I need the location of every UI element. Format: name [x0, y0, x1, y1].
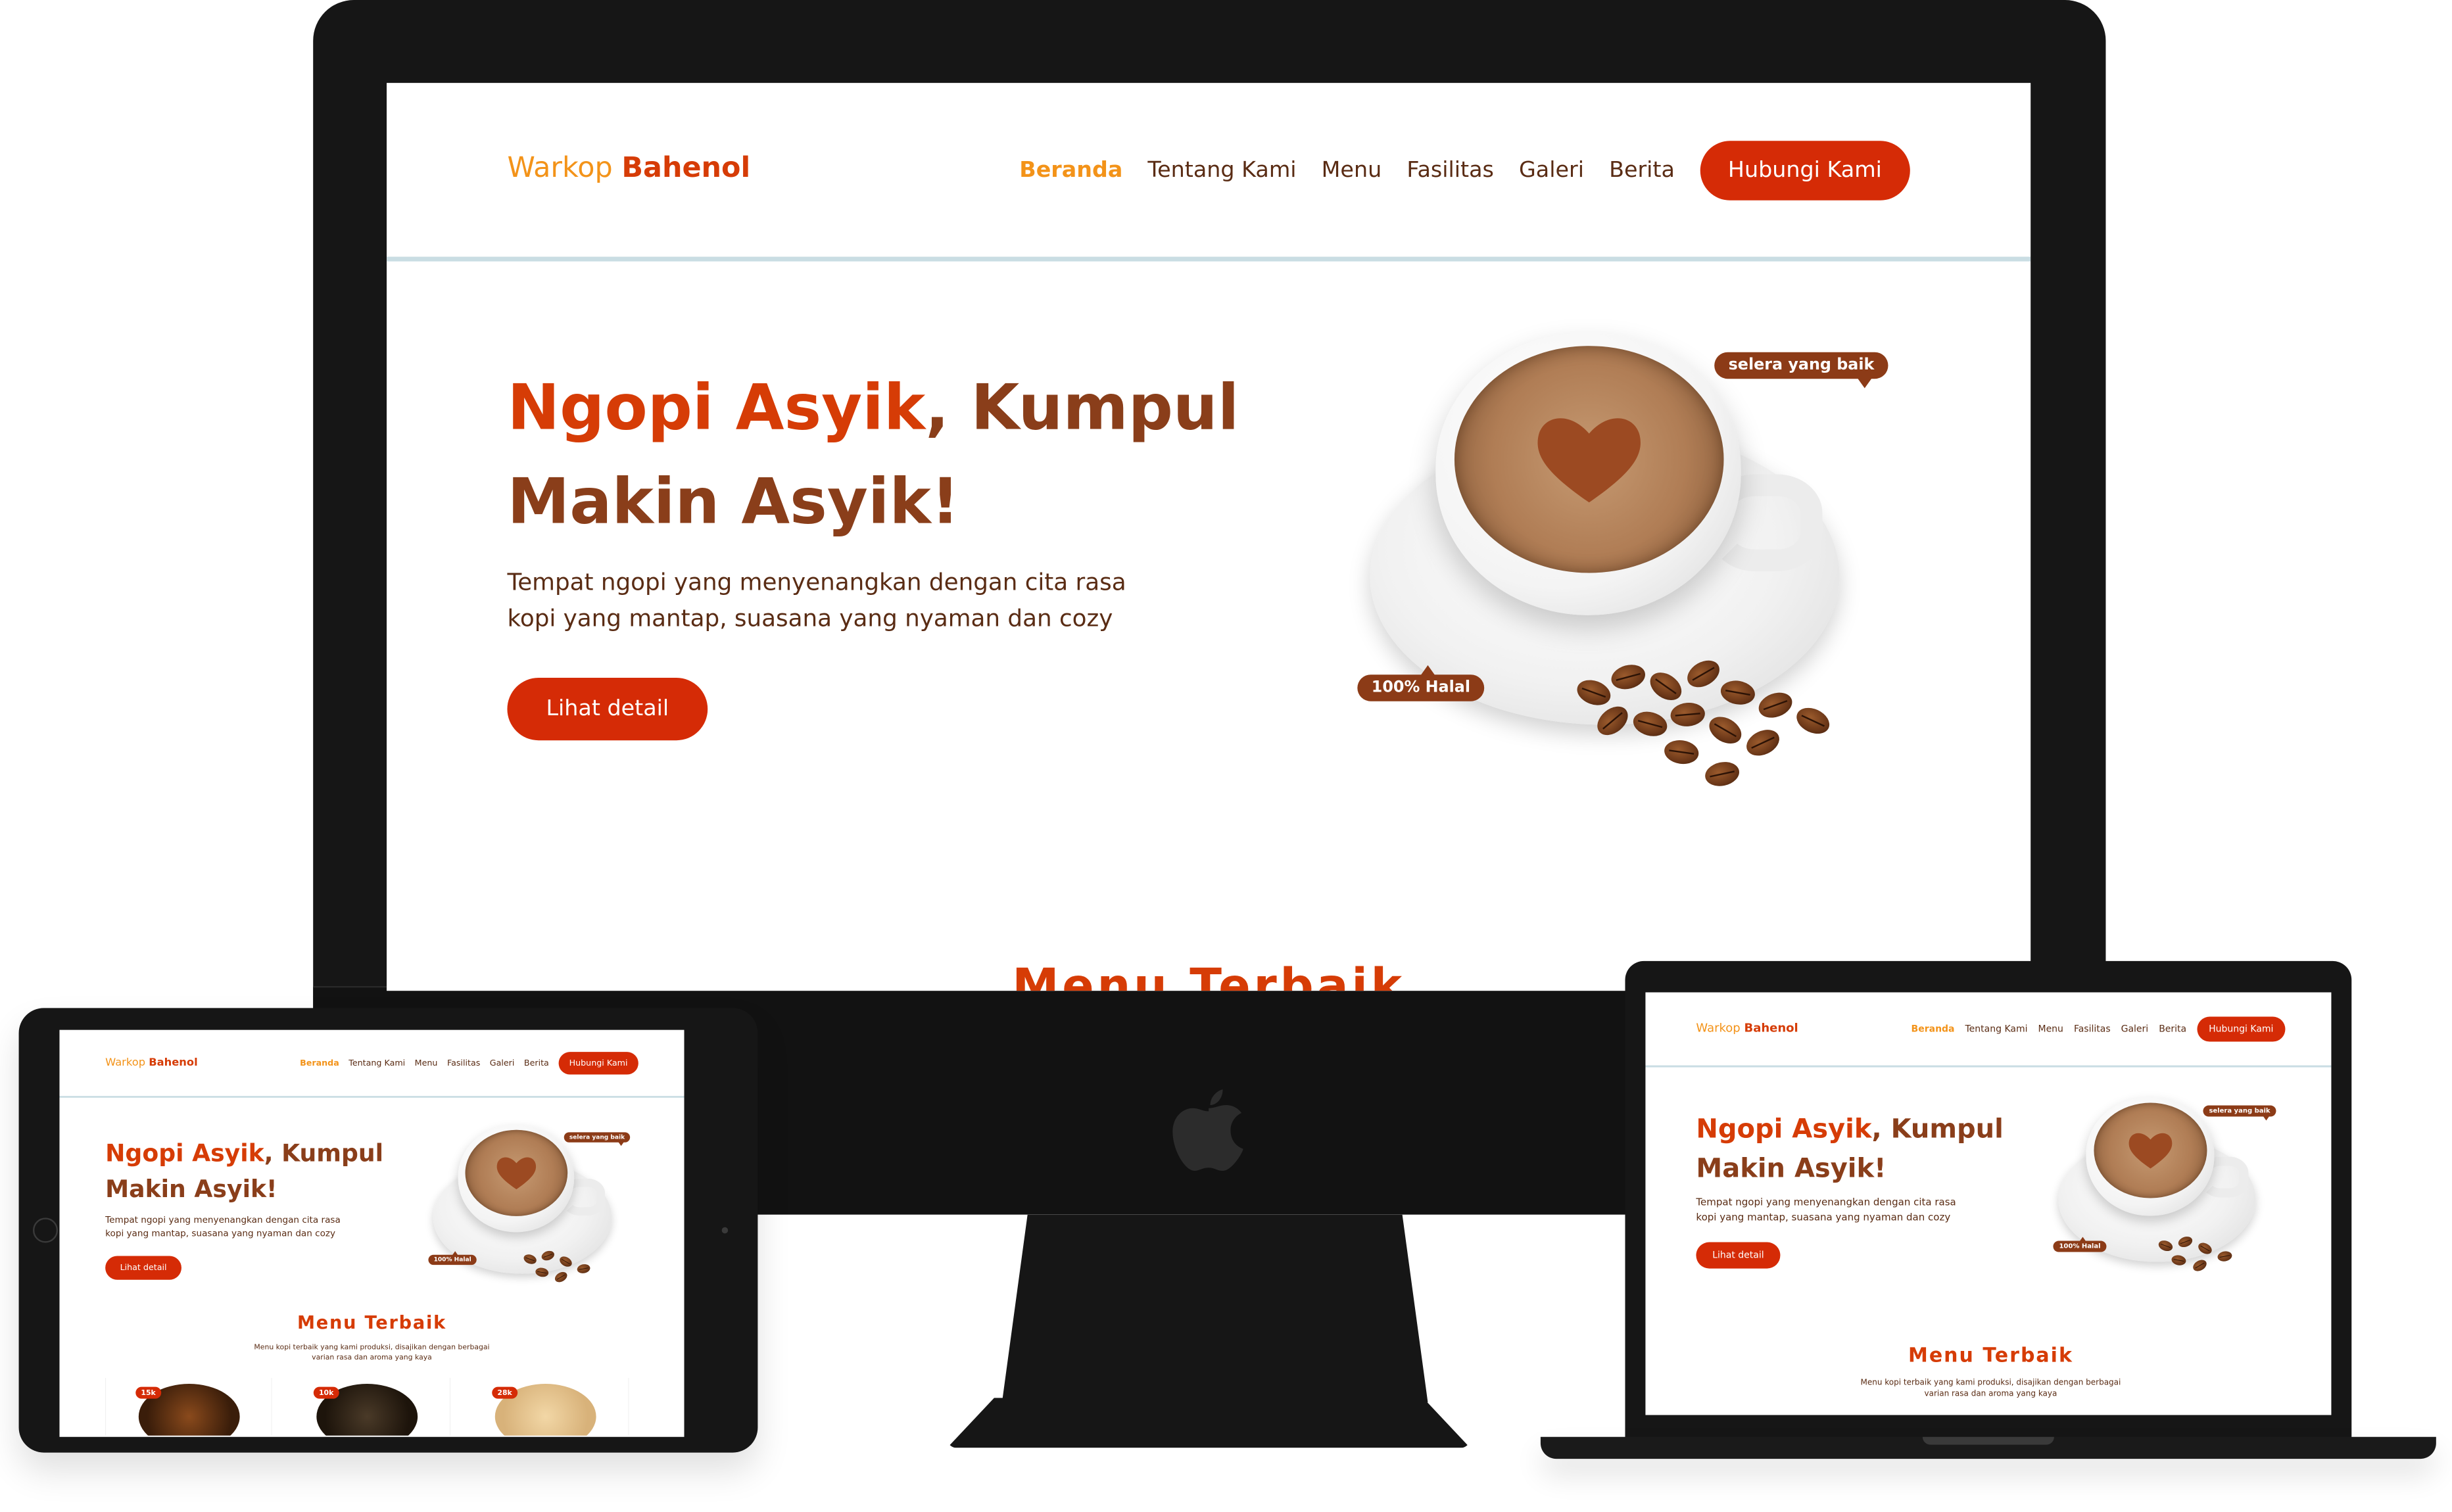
hero-title: Ngopi Asyik, Kumpul Makin Asyik!: [507, 362, 1321, 550]
ipad-screen: Warkop Bahenol Beranda Tentang Kami Menu…: [59, 1029, 685, 1437]
nav-item-menu[interactable]: Menu: [415, 1058, 438, 1068]
menu-section-title: Menu Terbaik: [297, 1312, 447, 1334]
nav-item-tentang-kami[interactable]: Tentang Kami: [1147, 158, 1296, 183]
coffee-cup-image: selera yang baik 100% Halal: [1357, 318, 1921, 803]
hero-title-line2: Makin Asyik!: [105, 1175, 277, 1203]
coffee-cup-image: selera yang baik 100% Halal: [428, 1119, 642, 1303]
hero-title-highlight: Ngopi Asyik: [105, 1140, 264, 1168]
detail-button[interactable]: Lihat detail: [1696, 1242, 1781, 1269]
brand-logo[interactable]: Warkop Bahenol: [1696, 1022, 1798, 1035]
nav-item-berita[interactable]: Berita: [2159, 1024, 2186, 1035]
website-desktop: Warkop Bahenol Beranda Tentang Kami Menu…: [387, 83, 2031, 991]
hero-description: Tempat ngopi yang menyenangkan dengan ci…: [507, 568, 1126, 632]
nav-item-menu[interactable]: Menu: [2038, 1024, 2063, 1035]
coffee-cup-image: selera yang baik 100% Halal: [2053, 1091, 2290, 1295]
menu-section-subtitle: Menu kopi terbaik yang kami produksi, di…: [1860, 1377, 2121, 1398]
coffee-bean: [1702, 759, 1742, 790]
nav-item-berita[interactable]: Berita: [524, 1058, 549, 1068]
coffee-bean: [1792, 703, 1834, 739]
coffee-bean: [1704, 711, 1746, 749]
menu-card[interactable]: 15k: [105, 1377, 272, 1436]
menu-section-title: Menu Terbaik: [1908, 1344, 2073, 1367]
website-tablet: Warkop Bahenol Beranda Tentang Kami Menu…: [59, 1029, 685, 1436]
nav-menu: Beranda Tentang Kami Menu Fasilitas Gale…: [1019, 141, 1910, 201]
nav-item-beranda[interactable]: Beranda: [1019, 158, 1122, 183]
heart-icon: [2127, 1131, 2174, 1170]
badge-selera: selera yang baik: [564, 1132, 631, 1146]
ipad-camera: [721, 1227, 729, 1234]
brand-part1: Warkop: [1696, 1021, 1741, 1035]
coffee-bean: [576, 1263, 591, 1275]
nav-item-beranda[interactable]: Beranda: [300, 1058, 339, 1068]
badge-selera: selera yang baik: [2203, 1105, 2276, 1121]
ipad-home-button: [33, 1217, 59, 1243]
nav-item-fasilitas[interactable]: Fasilitas: [1406, 158, 1494, 183]
nav-item-galeri[interactable]: Galeri: [1519, 158, 1584, 183]
hero-title-highlight: Ngopi Asyik: [1696, 1114, 1872, 1145]
brand-part2: Bahenol: [621, 151, 751, 185]
nav-menu: Beranda Tentang Kami Menu Fasilitas Gale…: [1911, 1016, 2286, 1042]
laptop-notch: [1922, 1436, 2054, 1445]
badge-halal: 100% Halal: [1357, 665, 1485, 701]
laptop-screen: Warkop Bahenol Beranda Tentang Kami Menu…: [1645, 992, 2332, 1415]
imac-stand: [1001, 1214, 1428, 1403]
imac-screen: Warkop Bahenol Beranda Tentang Kami Menu…: [387, 83, 2031, 991]
hero-description: Tempat ngopi yang menyenangkan dengan ci…: [105, 1214, 341, 1239]
brand-logo[interactable]: Warkop Bahenol: [507, 152, 750, 185]
menu-card[interactable]: 10k: [284, 1377, 450, 1436]
badge-halal: 100% Halal: [2053, 1237, 2107, 1252]
hero-title: Ngopi Asyik, Kumpul Makin Asyik!: [1696, 1110, 2038, 1189]
imac-stand-base: [947, 1398, 1470, 1448]
brand-part2: Bahenol: [1744, 1021, 1798, 1035]
badge-selera: selera yang baik: [1714, 352, 1888, 389]
coffee-bean: [553, 1269, 569, 1285]
hero-description: Tempat ngopi yang menyenangkan dengan ci…: [1696, 1196, 1956, 1223]
hero-title-line2: Makin Asyik!: [1696, 1153, 1887, 1184]
detail-button[interactable]: Lihat detail: [507, 677, 708, 741]
price-badge: 15k: [135, 1386, 161, 1399]
badge-halal: 100% Halal: [428, 1251, 477, 1265]
hero-title-rest: , Kumpul: [925, 372, 1239, 445]
price-badge: 28k: [492, 1386, 517, 1399]
contact-button[interactable]: Hubungi Kami: [558, 1052, 638, 1075]
coffee-bean: [1742, 724, 1784, 761]
nav-item-berita[interactable]: Berita: [1609, 158, 1675, 183]
coffee-bean: [2217, 1250, 2233, 1263]
nav-item-beranda[interactable]: Beranda: [1911, 1024, 1955, 1035]
detail-button[interactable]: Lihat detail: [105, 1256, 181, 1280]
nav-item-fasilitas[interactable]: Fasilitas: [2074, 1024, 2111, 1035]
nav-menu: Beranda Tentang Kami Menu Fasilitas Gale…: [300, 1052, 638, 1075]
navbar: Warkop Bahenol Beranda Tentang Kami Menu…: [1645, 993, 2332, 1068]
brand-logo[interactable]: Warkop Bahenol: [105, 1056, 198, 1069]
navbar: Warkop Bahenol Beranda Tentang Kami Menu…: [59, 1030, 685, 1098]
website-laptop: Warkop Bahenol Beranda Tentang Kami Menu…: [1645, 992, 2332, 1415]
hero-title: Ngopi Asyik, Kumpul Makin Asyik!: [105, 1136, 414, 1208]
navbar: Warkop Bahenol Beranda Tentang Kami Menu…: [387, 83, 2031, 262]
coffee-bean: [2191, 1258, 2209, 1274]
hero-title-rest: , Kumpul: [264, 1140, 384, 1168]
hero-title-rest: , Kumpul: [1871, 1114, 2004, 1145]
heart-icon: [495, 1155, 538, 1191]
brand-part2: Bahenol: [149, 1056, 198, 1069]
nav-item-tentang-kami[interactable]: Tentang Kami: [349, 1058, 405, 1068]
nav-item-fasilitas[interactable]: Fasilitas: [447, 1058, 480, 1068]
contact-button[interactable]: Hubungi Kami: [1700, 141, 1910, 201]
coffee-bean: [1755, 688, 1796, 722]
hero-title-line2: Makin Asyik!: [507, 466, 960, 539]
price-badge: 10k: [313, 1386, 339, 1399]
brand-part1: Warkop: [105, 1056, 146, 1069]
menu-card[interactable]: 28k: [462, 1377, 629, 1436]
menu-cards: 15k 10k 28k: [105, 1377, 638, 1436]
nav-item-galeri[interactable]: Galeri: [490, 1058, 515, 1068]
menu-section-subtitle: Menu kopi terbaik yang kami produksi, di…: [254, 1342, 490, 1361]
apple-logo-icon: [1171, 1086, 1246, 1173]
heart-icon: [1533, 412, 1645, 506]
brand-part1: Warkop: [507, 151, 613, 185]
nav-item-tentang-kami[interactable]: Tentang Kami: [1965, 1024, 2028, 1035]
nav-item-menu[interactable]: Menu: [1322, 158, 1382, 183]
hero-title-highlight: Ngopi Asyik: [507, 372, 926, 445]
contact-button[interactable]: Hubungi Kami: [2197, 1016, 2286, 1042]
nav-item-galeri[interactable]: Galeri: [2121, 1024, 2149, 1035]
coffee-bean: [1662, 738, 1700, 767]
